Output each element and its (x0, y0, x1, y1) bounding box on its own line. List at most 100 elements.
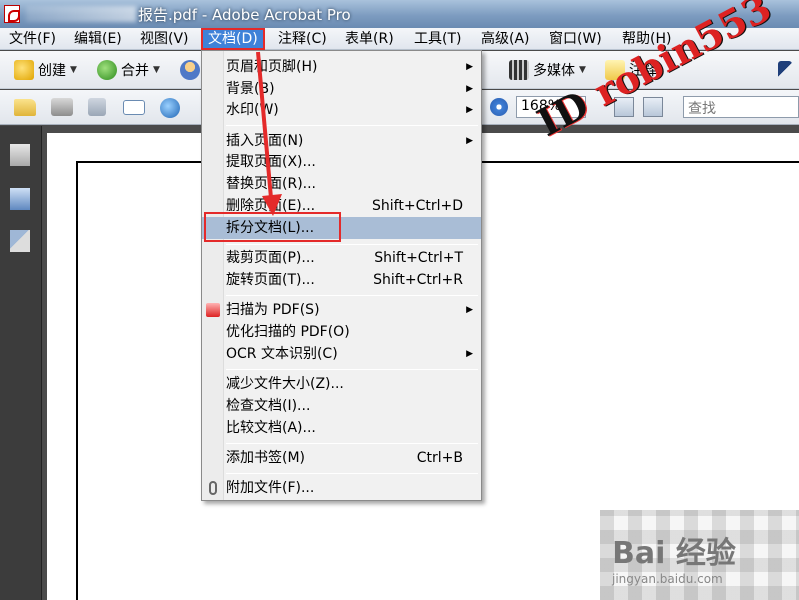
select-tool-button[interactable] (778, 61, 792, 79)
chevron-down-icon: ▼ (153, 65, 160, 75)
combine-button[interactable]: 合并 ▼ (97, 60, 160, 80)
menu-item-scan-to-pdf[interactable]: 扫描为 PDF(S) ▶ (202, 299, 481, 321)
navigation-panel (0, 126, 42, 600)
menu-separator (226, 443, 478, 444)
menu-item-label: 替换页面(R)... (226, 176, 317, 192)
chevron-down-icon: ▼ (70, 65, 77, 75)
paperclip-icon (209, 481, 217, 495)
menu-item-label: 附加文件(F)... (226, 480, 315, 496)
menu-separator (226, 473, 478, 474)
chevron-down-icon: ▼ (575, 100, 582, 110)
menu-item-header-footer[interactable]: 页眉和页脚(H) ▶ (202, 56, 481, 78)
menu-item-label: 扫描为 PDF(S) (226, 302, 320, 318)
create-button[interactable]: 创建 ▼ (14, 60, 77, 80)
pages-panel-icon[interactable] (10, 144, 30, 166)
menu-tools[interactable]: 工具(T) (414, 30, 461, 49)
comment-label: 注释 (629, 63, 657, 79)
title-bar: 报告.pdf - Adobe Acrobat Pro (0, 0, 799, 28)
menu-item-extract-pages[interactable]: 提取页面(X)... (202, 151, 481, 173)
zoom-level-select[interactable]: 168% ▼ (516, 96, 586, 118)
menu-item-compare-documents[interactable]: 比较文档(A)... (202, 417, 481, 439)
signatures-panel-icon[interactable] (10, 230, 30, 252)
window-title: 报告.pdf - Adobe Acrobat Pro (138, 6, 351, 24)
create-label: 创建 (38, 63, 66, 79)
menu-item-insert-pages[interactable]: 插入页面(N) ▶ (202, 130, 481, 152)
menu-item-label: 旋转页面(T)... (226, 272, 315, 288)
menu-item-label: 插入页面(N) (226, 133, 304, 149)
document-menu-dropdown: 页眉和页脚(H) ▶ 背景(B) ▶ 水印(W) ▶ 插入页面(N) ▶ 提取页… (201, 50, 482, 501)
menu-item-label: 页眉和页脚(H) (226, 59, 318, 75)
menu-edit[interactable]: 编辑(E) (74, 30, 122, 49)
menu-bar: 文件(F) 编辑(E) 视图(V) 文档(D) 注释(C) 表单(R) 工具(T… (0, 28, 799, 50)
menu-item-shortcut: Shift+Ctrl+R (373, 272, 463, 288)
menu-item-optimize-scanned[interactable]: 优化扫描的 PDF(O) (202, 321, 481, 343)
menu-item-shortcut: Ctrl+B (416, 450, 463, 466)
menu-separator (226, 295, 478, 296)
menu-separator (226, 244, 478, 245)
menu-item-watermark[interactable]: 水印(W) ▶ (202, 99, 481, 121)
menu-item-shortcut: Shift+Ctrl+T (374, 250, 463, 266)
highlight-box (204, 212, 341, 242)
menu-window[interactable]: 窗口(W) (549, 30, 602, 49)
fit-page-icon[interactable] (643, 97, 663, 117)
submenu-arrow-icon: ▶ (466, 84, 473, 94)
print-icon[interactable] (51, 98, 73, 116)
menu-advanced[interactable]: 高级(A) (481, 30, 530, 49)
menu-document[interactable]: 文档(D) (201, 28, 265, 50)
menu-item-label: 添加书签(M) (226, 450, 306, 466)
blurred-filename (26, 6, 136, 22)
upload-globe-icon[interactable] (160, 98, 180, 118)
menu-help[interactable]: 帮助(H) (622, 30, 671, 49)
menu-item-label: 提取页面(X)... (226, 154, 316, 170)
acrobat-icon (4, 5, 20, 23)
menu-item-replace-pages[interactable]: 替换页面(R)... (202, 173, 481, 195)
menu-item-reduce-size[interactable]: 减少文件大小(Z)... (202, 373, 481, 395)
menu-item-attach-file[interactable]: 附加文件(F)... (202, 477, 481, 499)
find-input[interactable]: 查找 (683, 96, 799, 118)
menu-item-label: 背景(B) (226, 81, 275, 97)
menu-item-crop-pages[interactable]: 裁剪页面(P)... Shift+Ctrl+T (202, 247, 481, 269)
email-icon[interactable] (123, 100, 145, 115)
menu-item-label: 优化扫描的 PDF(O) (226, 324, 350, 340)
menu-item-label: OCR 文本识别(C) (226, 346, 338, 362)
combine-icon (97, 60, 117, 80)
multimedia-label: 多媒体 (533, 63, 575, 79)
menu-view[interactable]: 视图(V) (140, 30, 189, 49)
menu-item-label: 裁剪页面(P)... (226, 250, 315, 266)
submenu-arrow-icon: ▶ (466, 305, 473, 315)
save-icon[interactable] (88, 98, 106, 116)
menu-item-add-bookmark[interactable]: 添加书签(M) Ctrl+B (202, 447, 481, 469)
menu-item-examine-document[interactable]: 检查文档(I)... (202, 395, 481, 417)
menu-comment[interactable]: 注释(C) (278, 30, 327, 49)
menu-file[interactable]: 文件(F) (9, 30, 56, 49)
chevron-down-icon: ▼ (579, 65, 586, 75)
cursor-icon (778, 61, 792, 79)
open-folder-icon[interactable] (14, 99, 36, 116)
submenu-arrow-icon: ▶ (466, 349, 473, 359)
menu-item-label: 比较文档(A)... (226, 420, 316, 436)
collaborate-button[interactable] (180, 60, 200, 80)
zoom-in-icon[interactable] (490, 98, 508, 116)
bookmarks-panel-icon[interactable] (10, 188, 30, 210)
submenu-arrow-icon: ▶ (466, 136, 473, 146)
menu-item-label: 减少文件大小(Z)... (226, 376, 344, 392)
comment-icon (605, 60, 625, 80)
submenu-arrow-icon: ▶ (466, 105, 473, 115)
multimedia-button[interactable]: 多媒体 ▼ (509, 60, 586, 80)
menu-item-rotate-pages[interactable]: 旋转页面(T)... Shift+Ctrl+R (202, 269, 481, 291)
film-icon (509, 60, 529, 80)
menu-item-ocr[interactable]: OCR 文本识别(C) ▶ (202, 343, 481, 365)
person-icon (180, 60, 200, 80)
scan-icon (206, 303, 220, 317)
menu-item-label: 水印(W) (226, 102, 279, 118)
menu-item-label: 检查文档(I)... (226, 398, 311, 414)
fit-width-icon[interactable] (614, 97, 634, 117)
menu-forms[interactable]: 表单(R) (345, 30, 394, 49)
submenu-arrow-icon: ▶ (466, 62, 473, 72)
combine-label: 合并 (121, 63, 149, 79)
comment-button[interactable]: 注释 (605, 60, 657, 80)
zoom-value: 168% (521, 98, 562, 114)
menu-item-shortcut: Shift+Ctrl+D (372, 198, 463, 214)
create-icon (14, 60, 34, 80)
menu-item-background[interactable]: 背景(B) ▶ (202, 78, 481, 100)
